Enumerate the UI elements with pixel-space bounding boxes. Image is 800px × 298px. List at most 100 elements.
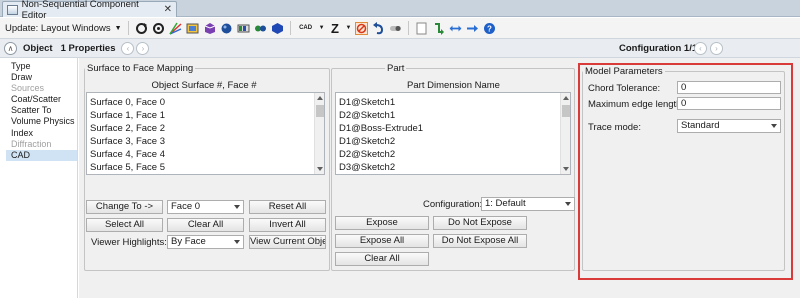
collapse-icon[interactable]: ∧ [4, 41, 17, 55]
arrow-right-icon[interactable] [466, 22, 479, 35]
change-to-button[interactable]: Change To -> [86, 200, 163, 214]
scroll-up-icon[interactable] [563, 96, 569, 100]
part-title: Part [387, 63, 405, 74]
previous-object-button[interactable]: ‹ [121, 41, 135, 55]
expose-button[interactable]: Expose [335, 216, 429, 230]
do-not-expose-all-button[interactable]: Do Not Expose All [433, 234, 527, 248]
arrows-icon[interactable] [432, 22, 445, 35]
copy-icon[interactable] [415, 22, 428, 35]
part-dimension-list[interactable]: D1@Sketch1 D2@Sketch1 D1@Boss-Extrude1 D… [335, 92, 571, 175]
nav-item-cad[interactable]: CAD [6, 149, 77, 161]
list-item[interactable]: Surface 0, Face 0 [87, 96, 324, 109]
configuration-field-label: Configuration: [423, 199, 483, 210]
list-item[interactable]: Surface 3, Face 3 [87, 135, 324, 148]
previous-configuration-button[interactable]: ‹ [694, 42, 707, 55]
configuration-select[interactable]: 1: Default [481, 197, 575, 211]
scroll-down-icon[interactable] [563, 167, 569, 171]
cad-icon[interactable]: CAD [297, 22, 315, 35]
update-mode-dropdown[interactable]: Update: Layout Windows [5, 23, 111, 34]
list-item[interactable]: D1@Boss-Extrude1 [336, 122, 570, 135]
nav-item-draw[interactable]: Draw [6, 72, 77, 83]
list-item[interactable]: Surface 2, Face 2 [87, 122, 324, 135]
model-parameters-highlight-box [578, 63, 793, 280]
part-clear-all-button[interactable]: Clear All [335, 252, 429, 266]
chevron-down-icon [234, 205, 240, 209]
title-bar: Non-Sequential Component Editor ✕ [0, 0, 800, 21]
list-item[interactable]: Surface 4, Face 4 [87, 148, 324, 161]
expose-all-button[interactable]: Expose All [335, 234, 429, 248]
surface-to-face-mapping-title: Surface to Face Mapping [87, 63, 194, 74]
toolbar: Update: Layout Windows ▼ CAD ▼ Z ▼ ? [0, 18, 800, 38]
scroll-thumb[interactable] [562, 105, 570, 117]
nav-item-sources[interactable]: Sources [6, 83, 77, 94]
scroll-thumb[interactable] [316, 105, 324, 117]
list-item[interactable]: D1@Sketch1 [336, 96, 570, 109]
ray-trace-icon[interactable] [168, 22, 182, 35]
surface-face-list[interactable]: Surface 0, Face 0 Surface 1, Face 1 Surf… [86, 92, 325, 175]
nav-item-volume-physics[interactable]: Volume Physics [6, 116, 77, 127]
view-current-object-button[interactable]: View Current Object [249, 235, 326, 249]
do-not-expose-button[interactable]: Do Not Expose [433, 216, 527, 230]
properties-label: 1 Properties [60, 42, 116, 54]
scroll-up-icon[interactable] [317, 96, 323, 100]
left-right-icon[interactable] [449, 22, 462, 35]
face-select[interactable]: Face 0 [167, 200, 244, 214]
help-icon[interactable]: ? [483, 22, 496, 35]
clear-all-button[interactable]: Clear All [167, 218, 244, 232]
select-all-button[interactable]: Select All [86, 218, 163, 232]
next-object-button[interactable]: › [136, 41, 150, 55]
editor-tab[interactable]: Non-Sequential Component Editor ✕ [2, 0, 177, 21]
chevron-down-icon [565, 202, 571, 206]
vertical-scrollbar[interactable] [314, 93, 324, 174]
invert-all-button[interactable]: Invert All [249, 218, 326, 232]
viewer-highlights-value: By Face [171, 236, 206, 247]
undo-icon[interactable] [372, 21, 385, 35]
toolbar-divider [289, 21, 291, 35]
chevron-down-icon[interactable]: ▼ [346, 25, 352, 31]
nav-item-coat-scatter[interactable]: Coat/Scatter [6, 94, 77, 105]
toolbar-divider [127, 21, 129, 35]
list-item[interactable]: D3@Sketch2 [336, 161, 570, 174]
nav-item-type[interactable]: Type [6, 61, 77, 72]
chevron-down-icon[interactable]: ▼ [319, 25, 325, 31]
nav-item-scatter-to[interactable]: Scatter To [6, 105, 77, 116]
list-item[interactable]: D1@Sketch2 [336, 135, 570, 148]
svg-text:?: ? [488, 24, 493, 33]
nav-item-diffraction[interactable]: Diffraction [6, 139, 77, 150]
chevron-down-icon[interactable]: ▼ [115, 25, 122, 32]
object-editor-icon[interactable] [186, 22, 199, 35]
object-header-bar: ∧ Object 1 Properties ‹ › Configuration … [0, 38, 800, 58]
refresh-icon[interactable] [135, 22, 148, 35]
property-category-list: Type Draw Sources Coat/Scatter Scatter T… [6, 58, 78, 298]
sphere-icon[interactable] [271, 22, 284, 35]
list-item[interactable]: Surface 1, Face 1 [87, 109, 324, 122]
configuration-label: Configuration 1/1 [619, 43, 698, 54]
cube-icon[interactable] [203, 22, 216, 35]
next-configuration-button[interactable]: › [710, 42, 723, 55]
reset-all-button[interactable]: Reset All [249, 200, 326, 214]
close-icon[interactable]: ✕ [164, 4, 172, 15]
toolbar-divider [408, 21, 410, 35]
toggle-icon[interactable] [389, 22, 402, 35]
sphere-icon[interactable] [220, 22, 233, 35]
object-label: Object [23, 42, 53, 54]
nav-item-index[interactable]: Index [6, 128, 77, 139]
chevron-down-icon [234, 240, 240, 244]
viewer-highlights-select[interactable]: By Face [167, 235, 244, 249]
color-icon[interactable] [237, 22, 250, 35]
list-item[interactable]: D2@Sketch1 [336, 109, 570, 122]
configuration-select-value: 1: Default [485, 198, 526, 209]
lens-icon[interactable] [254, 22, 267, 35]
surface-face-column-header: Object Surface #, Face # [151, 80, 257, 91]
scroll-down-icon[interactable] [317, 167, 323, 171]
no-entry-icon[interactable] [355, 21, 369, 35]
editor-window-icon [7, 4, 18, 15]
face-select-value: Face 0 [171, 201, 201, 212]
z-icon[interactable]: Z [329, 22, 342, 35]
list-item[interactable]: D2@Sketch2 [336, 148, 570, 161]
vertical-scrollbar[interactable] [560, 93, 570, 174]
part-dimension-column-header: Part Dimension Name [407, 80, 500, 91]
list-item[interactable]: Surface 5, Face 5 [87, 161, 324, 174]
viewer-highlights-label: Viewer Highlights: [91, 237, 167, 248]
refresh-all-icon[interactable] [152, 22, 165, 35]
